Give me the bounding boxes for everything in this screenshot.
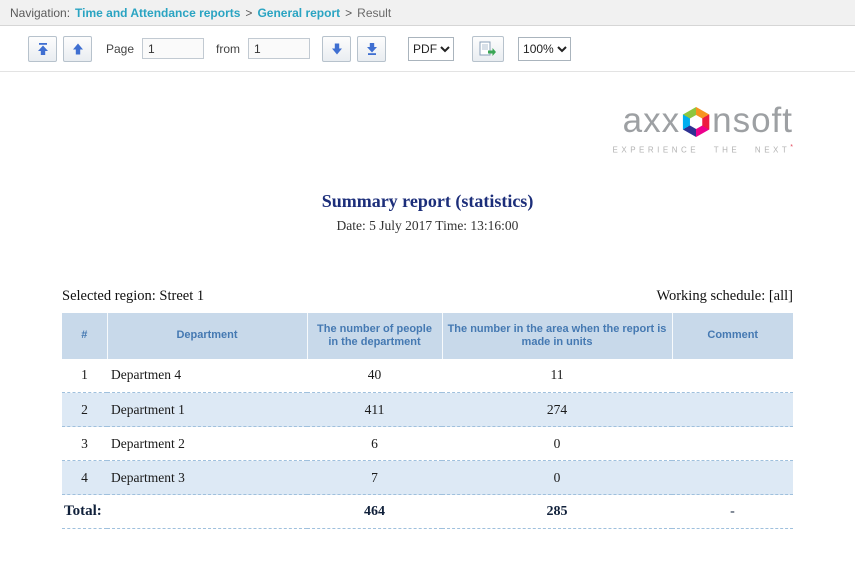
tagline-mark: * — [790, 144, 793, 151]
cell-comment — [672, 393, 793, 427]
zoom-select[interactable]: 100% — [518, 37, 571, 61]
cell-comment — [672, 461, 793, 495]
column-header-department: Department — [107, 313, 307, 359]
last-page-icon — [365, 42, 379, 56]
table-row: 3 Department 2 6 0 — [62, 427, 793, 461]
cell-in-area: 11 — [442, 359, 672, 393]
total-comment: - — [672, 495, 793, 529]
column-header-comment: Comment — [672, 313, 793, 359]
export-icon — [479, 41, 497, 57]
format-select[interactable]: PDF — [408, 37, 454, 61]
cell-number: 1 — [62, 359, 107, 393]
cell-comment — [672, 427, 793, 461]
summary-report-table: # Department The number of people in the… — [62, 313, 793, 530]
prev-page-icon — [71, 42, 85, 56]
logo-tagline: EXPERIENCE THE NEXT* — [613, 144, 793, 155]
nav-link-time-attendance-reports[interactable]: Time and Attendance reports — [75, 6, 240, 20]
report-toolbar: Page from PDF 100% — [0, 26, 855, 72]
cell-in-area: 274 — [442, 393, 672, 427]
cell-number: 3 — [62, 427, 107, 461]
total-row: Total: 464 285 - — [62, 495, 793, 529]
cell-people: 7 — [307, 461, 442, 495]
from-label: from — [216, 42, 240, 56]
cell-department: Department 3 — [107, 461, 307, 495]
total-label: Total: — [62, 495, 307, 529]
page-input[interactable] — [142, 38, 204, 59]
first-page-icon — [36, 42, 50, 56]
report-subtitle: Date: 5 July 2017 Time: 13:16:00 — [0, 218, 855, 234]
next-page-button[interactable] — [322, 36, 351, 62]
total-people: 464 — [307, 495, 442, 529]
nav-label: Navigation: — [10, 6, 70, 20]
logo-text-left: axx — [623, 104, 680, 138]
table-header-row: # Department The number of people in the… — [62, 313, 793, 359]
selected-region-label: Selected region: Street 1 — [62, 288, 204, 305]
nav-current-result: Result — [357, 6, 391, 20]
total-in-area: 285 — [442, 495, 672, 529]
cell-in-area: 0 — [442, 461, 672, 495]
first-page-button[interactable] — [28, 36, 57, 62]
table-row: 4 Department 3 7 0 — [62, 461, 793, 495]
cell-number: 4 — [62, 461, 107, 495]
logo-hexagon-icon — [681, 107, 711, 137]
cell-department: Departmen 4 — [107, 359, 307, 393]
axxonsoft-logo: axx nsoft EXPERIENCE THE NEXT* — [0, 72, 855, 155]
export-button[interactable] — [472, 36, 504, 62]
page-label: Page — [106, 42, 134, 56]
working-schedule-label: Working schedule: [all] — [656, 288, 793, 305]
table-row: 2 Department 1 411 274 — [62, 393, 793, 427]
prev-page-button[interactable] — [63, 36, 92, 62]
table-row: 1 Departmen 4 40 11 — [62, 359, 793, 393]
nav-link-general-report[interactable]: General report — [257, 6, 340, 20]
report-meta-row: Selected region: Street 1 Working schedu… — [62, 288, 793, 305]
cell-comment — [672, 359, 793, 393]
breadcrumb: Navigation: Time and Attendance reports … — [0, 0, 855, 26]
cell-department: Department 2 — [107, 427, 307, 461]
cell-department: Department 1 — [107, 393, 307, 427]
logo-text-right: nsoft — [712, 104, 793, 138]
nav-separator: > — [345, 6, 352, 20]
report-page: axx nsoft EXPERIENCE THE NEXT* Summary r… — [0, 72, 855, 565]
column-header-people-count: The number of people in the department — [307, 313, 442, 359]
last-page-button[interactable] — [357, 36, 386, 62]
cell-people: 6 — [307, 427, 442, 461]
cell-people: 40 — [307, 359, 442, 393]
cell-people: 411 — [307, 393, 442, 427]
report-title: Summary report (statistics) — [0, 191, 855, 212]
next-page-icon — [330, 42, 344, 56]
cell-in-area: 0 — [442, 427, 672, 461]
nav-separator: > — [245, 6, 252, 20]
total-pages-input[interactable] — [248, 38, 310, 59]
cell-number: 2 — [62, 393, 107, 427]
column-header-in-area-count: The number in the area when the report i… — [442, 313, 672, 359]
column-header-number: # — [62, 313, 107, 359]
